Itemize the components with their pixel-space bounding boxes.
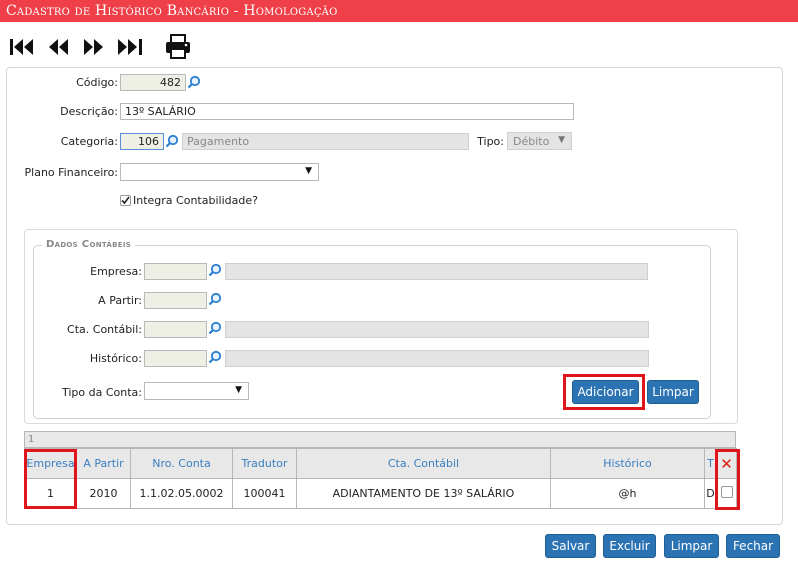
cta-label: Cta. Contábil: bbox=[67, 323, 142, 336]
categoria-code-input[interactable]: 106 bbox=[120, 133, 164, 150]
fechar-button[interactable]: Fechar bbox=[726, 534, 780, 558]
chevron-down-icon: ▼ bbox=[235, 385, 242, 395]
checkmark-icon bbox=[121, 196, 130, 205]
historico-input[interactable] bbox=[144, 350, 207, 367]
search-icon[interactable] bbox=[208, 321, 222, 335]
historico-label: Histórico: bbox=[89, 352, 142, 365]
column-header-a-partir[interactable]: A Partir bbox=[76, 448, 131, 479]
search-icon[interactable] bbox=[187, 75, 201, 89]
dados-legend: Dados Contábeis bbox=[42, 239, 136, 250]
limpar-dados-button[interactable]: Limpar bbox=[647, 380, 699, 404]
delete-column-highlight bbox=[715, 449, 740, 510]
descricao-input[interactable]: 13º SALÁRIO bbox=[120, 103, 574, 120]
grid-header-row: Empresa A Partir Nro. Conta Tradutor Cta… bbox=[24, 448, 737, 479]
historico-grid: Empresa A Partir Nro. Conta Tradutor Cta… bbox=[24, 448, 737, 509]
categoria-label: Categoria: bbox=[60, 135, 118, 148]
tipo-select-value: Débito bbox=[513, 135, 550, 148]
column-header-cta-contabil[interactable]: Cta. Contábil bbox=[296, 448, 551, 479]
grid-pager: 1 bbox=[24, 431, 736, 448]
empresa-column-highlight bbox=[24, 449, 77, 509]
search-icon[interactable] bbox=[208, 292, 222, 306]
table-cell: 100041 bbox=[232, 478, 297, 509]
codigo-label: Código: bbox=[76, 76, 118, 89]
table-cell: @h bbox=[550, 478, 705, 509]
title-bar: Cadastro de Histórico Bancário - Homolog… bbox=[0, 0, 798, 22]
previous-icon[interactable] bbox=[47, 38, 71, 56]
search-icon[interactable] bbox=[165, 134, 179, 148]
tipo-conta-select[interactable]: ▼ bbox=[144, 382, 249, 400]
excluir-button[interactable]: Excluir bbox=[603, 534, 656, 558]
cta-name-field bbox=[225, 321, 649, 338]
column-header-nro-conta[interactable]: Nro. Conta bbox=[130, 448, 233, 479]
last-icon[interactable] bbox=[116, 38, 146, 56]
tipo-select[interactable]: Débito ▼ bbox=[507, 132, 572, 150]
column-header-tradutor[interactable]: Tradutor bbox=[232, 448, 297, 479]
search-icon[interactable] bbox=[208, 263, 222, 277]
table-cell: 2010 bbox=[76, 478, 131, 509]
tipo-conta-label: Tipo da Conta: bbox=[61, 386, 142, 399]
salvar-button[interactable]: Salvar bbox=[545, 534, 596, 558]
descricao-label: Descrição: bbox=[60, 105, 118, 118]
chevron-down-icon: ▼ bbox=[558, 135, 565, 145]
table-cell: ADIANTAMENTO DE 13º SALÁRIO bbox=[296, 478, 551, 509]
cta-input[interactable] bbox=[144, 321, 207, 338]
tipo-label: Tipo: bbox=[477, 135, 504, 148]
plano-select[interactable]: ▼ bbox=[120, 163, 319, 181]
page-title: Cadastro de Histórico Bancário - Homolog… bbox=[6, 3, 338, 19]
empresa-input[interactable] bbox=[144, 263, 207, 280]
plano-label: Plano Financeiro: bbox=[24, 166, 118, 179]
search-icon[interactable] bbox=[208, 350, 222, 364]
empresa-name-field bbox=[225, 263, 648, 280]
next-icon[interactable] bbox=[82, 38, 106, 56]
empresa-label: Empresa: bbox=[90, 265, 142, 278]
integra-label: Integra Contabilidade? bbox=[133, 194, 258, 207]
first-icon[interactable] bbox=[9, 38, 37, 56]
limpar-button[interactable]: Limpar bbox=[664, 534, 719, 558]
codigo-input[interactable]: 482 bbox=[120, 74, 186, 91]
table-cell: 1.1.02.05.0002 bbox=[130, 478, 233, 509]
print-icon[interactable] bbox=[164, 33, 192, 60]
integra-checkbox[interactable] bbox=[120, 195, 131, 206]
column-header-historico[interactable]: Histórico bbox=[550, 448, 705, 479]
chevron-down-icon: ▼ bbox=[305, 166, 312, 176]
categoria-name-field: Pagamento bbox=[182, 133, 469, 150]
historico-name-field bbox=[225, 350, 649, 367]
table-row[interactable]: 1 2010 1.1.02.05.0002 100041 ADIANTAMENT… bbox=[24, 478, 737, 509]
adicionar-button[interactable]: Adicionar bbox=[572, 380, 639, 404]
apartir-label: A Partir: bbox=[98, 294, 142, 307]
apartir-input[interactable] bbox=[144, 292, 207, 309]
